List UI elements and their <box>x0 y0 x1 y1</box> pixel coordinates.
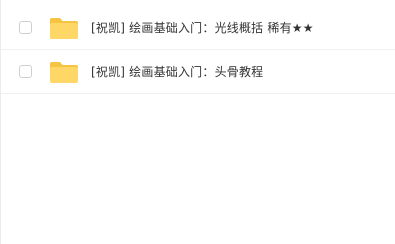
list-item[interactable]: [祝凯] 绘画基础入门：光线概括 稀有★★ <box>1 6 395 50</box>
list-item[interactable]: [祝凯] 绘画基础入门：头骨教程 <box>1 50 395 94</box>
folder-icon <box>49 61 79 84</box>
file-name[interactable]: [祝凯] 绘画基础入门：光线概括 稀有★★ <box>91 19 314 37</box>
folder-icon <box>49 17 79 40</box>
file-list-panel: [祝凯] 绘画基础入门：光线概括 稀有★★ [祝凯] 绘画基础入门：头骨教程 <box>0 0 395 244</box>
file-list: [祝凯] 绘画基础入门：光线概括 稀有★★ [祝凯] 绘画基础入门：头骨教程 <box>1 6 395 94</box>
row-checkbox[interactable] <box>19 65 32 78</box>
row-checkbox[interactable] <box>19 21 32 34</box>
file-name[interactable]: [祝凯] 绘画基础入门：头骨教程 <box>91 63 263 81</box>
